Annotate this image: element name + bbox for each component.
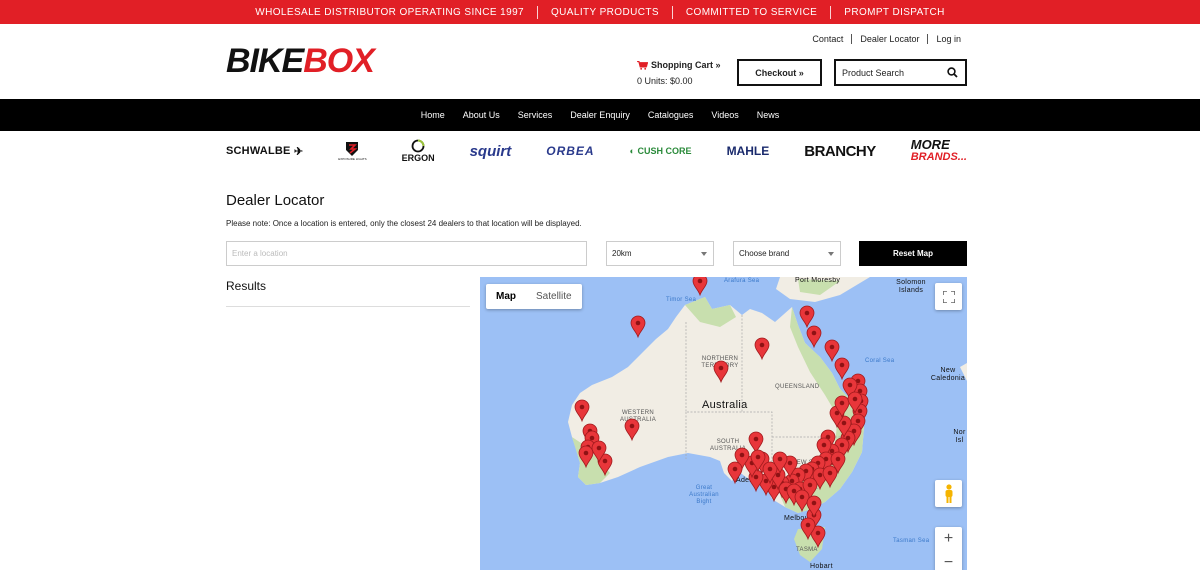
- location-placeholder: Enter a location: [232, 249, 288, 258]
- brand-value: Choose brand: [739, 249, 790, 258]
- brand-schwalbe[interactable]: SCHWALBE ✈: [226, 145, 303, 158]
- brand-ergon[interactable]: ERGON: [402, 139, 435, 163]
- radius-value: 20km: [612, 249, 632, 258]
- dealer-marker-icon[interactable]: [578, 445, 594, 469]
- pegman-icon: [945, 483, 952, 503]
- brand-mahle[interactable]: MAHLE: [727, 144, 770, 158]
- zoom-out-button[interactable]: −: [944, 551, 953, 570]
- ergon-logo-icon: [411, 139, 425, 153]
- radius-select[interactable]: 20km: [606, 241, 714, 266]
- map-type-map-button[interactable]: Map: [486, 284, 526, 309]
- more-brands-line1: MORE: [910, 137, 950, 152]
- brand-cushcore[interactable]: ◐ CUSH CORE: [630, 146, 692, 156]
- logo-text-bike: BIKE: [226, 42, 304, 80]
- fullscreen-button[interactable]: [935, 283, 962, 310]
- header-links: Contact Dealer Locator Log in: [804, 34, 961, 44]
- map-type-satellite-button[interactable]: Satellite: [526, 284, 582, 309]
- dealer-marker-icon[interactable]: [834, 357, 850, 381]
- nav-item-videos[interactable]: Videos: [702, 110, 747, 120]
- brand-orbea[interactable]: ORBEA: [546, 144, 594, 158]
- brand-ergon-text: ERGON: [401, 153, 435, 163]
- street-view-button[interactable]: [935, 480, 962, 507]
- announcement-item: QUALITY PRODUCTS: [538, 5, 673, 19]
- page-title: Dealer Locator: [226, 192, 325, 209]
- brand-strip: SCHWALBE ✈ EXPOSURE LIGHTS ERGON squirt …: [226, 134, 967, 168]
- more-brands-link[interactable]: MORE BRANDS...: [910, 137, 967, 163]
- zoom-control: + −: [935, 527, 962, 570]
- nav-item-about[interactable]: About Us: [454, 110, 509, 120]
- zoom-in-button[interactable]: +: [944, 527, 953, 551]
- brand-branchy[interactable]: BRANCHY: [804, 143, 876, 160]
- brand-exposure[interactable]: EXPOSURE LIGHTS: [338, 141, 367, 161]
- dealer-marker-icon[interactable]: [799, 305, 815, 329]
- dealer-marker-icon[interactable]: [713, 360, 729, 384]
- dealer-marker-icon[interactable]: [624, 418, 640, 442]
- search-placeholder: Product Search: [842, 67, 905, 78]
- exposure-logo-icon: [346, 142, 359, 156]
- shopping-cart[interactable]: Shopping Cart » 0 Units: $0.00: [637, 60, 721, 86]
- chevron-down-icon: [701, 252, 707, 256]
- nav-item-home[interactable]: Home: [412, 110, 454, 120]
- location-input[interactable]: Enter a location: [226, 241, 587, 266]
- dealer-markers: [574, 277, 869, 549]
- dealer-marker-icon[interactable]: [692, 277, 708, 297]
- announcement-item: PROMPT DISPATCH: [844, 6, 945, 18]
- cushcore-icon: ◐: [629, 146, 638, 156]
- logo-text-box: BOX: [303, 42, 375, 80]
- map-type-toggle: Map Satellite: [486, 284, 582, 309]
- main-nav: Home About Us Services Dealer Enquiry Ca…: [0, 99, 1200, 131]
- dealer-marker-icon[interactable]: [754, 337, 770, 361]
- results-heading: Results: [226, 279, 470, 307]
- chevron-down-icon: [828, 252, 834, 256]
- product-search-input[interactable]: Product Search: [834, 59, 967, 86]
- reset-map-button[interactable]: Reset Map: [859, 241, 967, 266]
- dealer-map[interactable]: Arafura Sea Port Moresby Solomon Islands…: [480, 277, 967, 570]
- top-announcement-bar: WHOLESALE DISTRIBUTOR OPERATING SINCE 19…: [0, 0, 1200, 24]
- announcement-item: WHOLESALE DISTRIBUTOR OPERATING SINCE 19…: [242, 5, 538, 19]
- fullscreen-icon: [942, 290, 955, 303]
- cart-icon: [637, 60, 648, 70]
- nav-item-dealer-enquiry[interactable]: Dealer Enquiry: [561, 110, 639, 120]
- cart-label: Shopping Cart »: [651, 60, 721, 70]
- dealer-marker-icon[interactable]: [824, 339, 840, 363]
- locator-note: Please note: Once a location is entered,…: [226, 219, 582, 228]
- announcement-item: COMMITTED TO SERVICE: [673, 5, 832, 19]
- brand-select[interactable]: Choose brand: [733, 241, 841, 266]
- cart-units: 0 Units: $0.00: [637, 76, 693, 86]
- dealer-locator-link[interactable]: Dealer Locator: [852, 34, 929, 44]
- brand-schwalbe-text: SCHWALBE: [226, 145, 291, 157]
- nav-item-services[interactable]: Services: [509, 110, 562, 120]
- checkout-button[interactable]: Checkout »: [737, 59, 822, 86]
- brand-squirt[interactable]: squirt: [470, 143, 512, 160]
- swoosh-icon: ✈: [293, 145, 304, 158]
- brand-cushcore-text: CUSH CORE: [637, 146, 692, 156]
- dealer-marker-icon[interactable]: [822, 465, 838, 489]
- nav-item-catalogues[interactable]: Catalogues: [639, 110, 703, 120]
- nav-item-news[interactable]: News: [748, 110, 789, 120]
- login-link[interactable]: Log in: [928, 34, 961, 44]
- dealer-marker-icon[interactable]: [794, 489, 810, 513]
- more-brands-line2: BRANDS...: [910, 151, 967, 163]
- brand-exposure-text: EXPOSURE LIGHTS: [338, 157, 367, 161]
- dealer-marker-icon[interactable]: [748, 431, 764, 455]
- dealer-marker-icon[interactable]: [806, 325, 822, 349]
- contact-link[interactable]: Contact: [804, 34, 853, 44]
- site-logo[interactable]: BIKEBOX: [226, 42, 375, 81]
- dealer-marker-icon[interactable]: [727, 461, 743, 485]
- search-icon[interactable]: [947, 67, 958, 78]
- dealer-marker-icon[interactable]: [630, 315, 646, 339]
- dealer-marker-icon[interactable]: [574, 399, 590, 423]
